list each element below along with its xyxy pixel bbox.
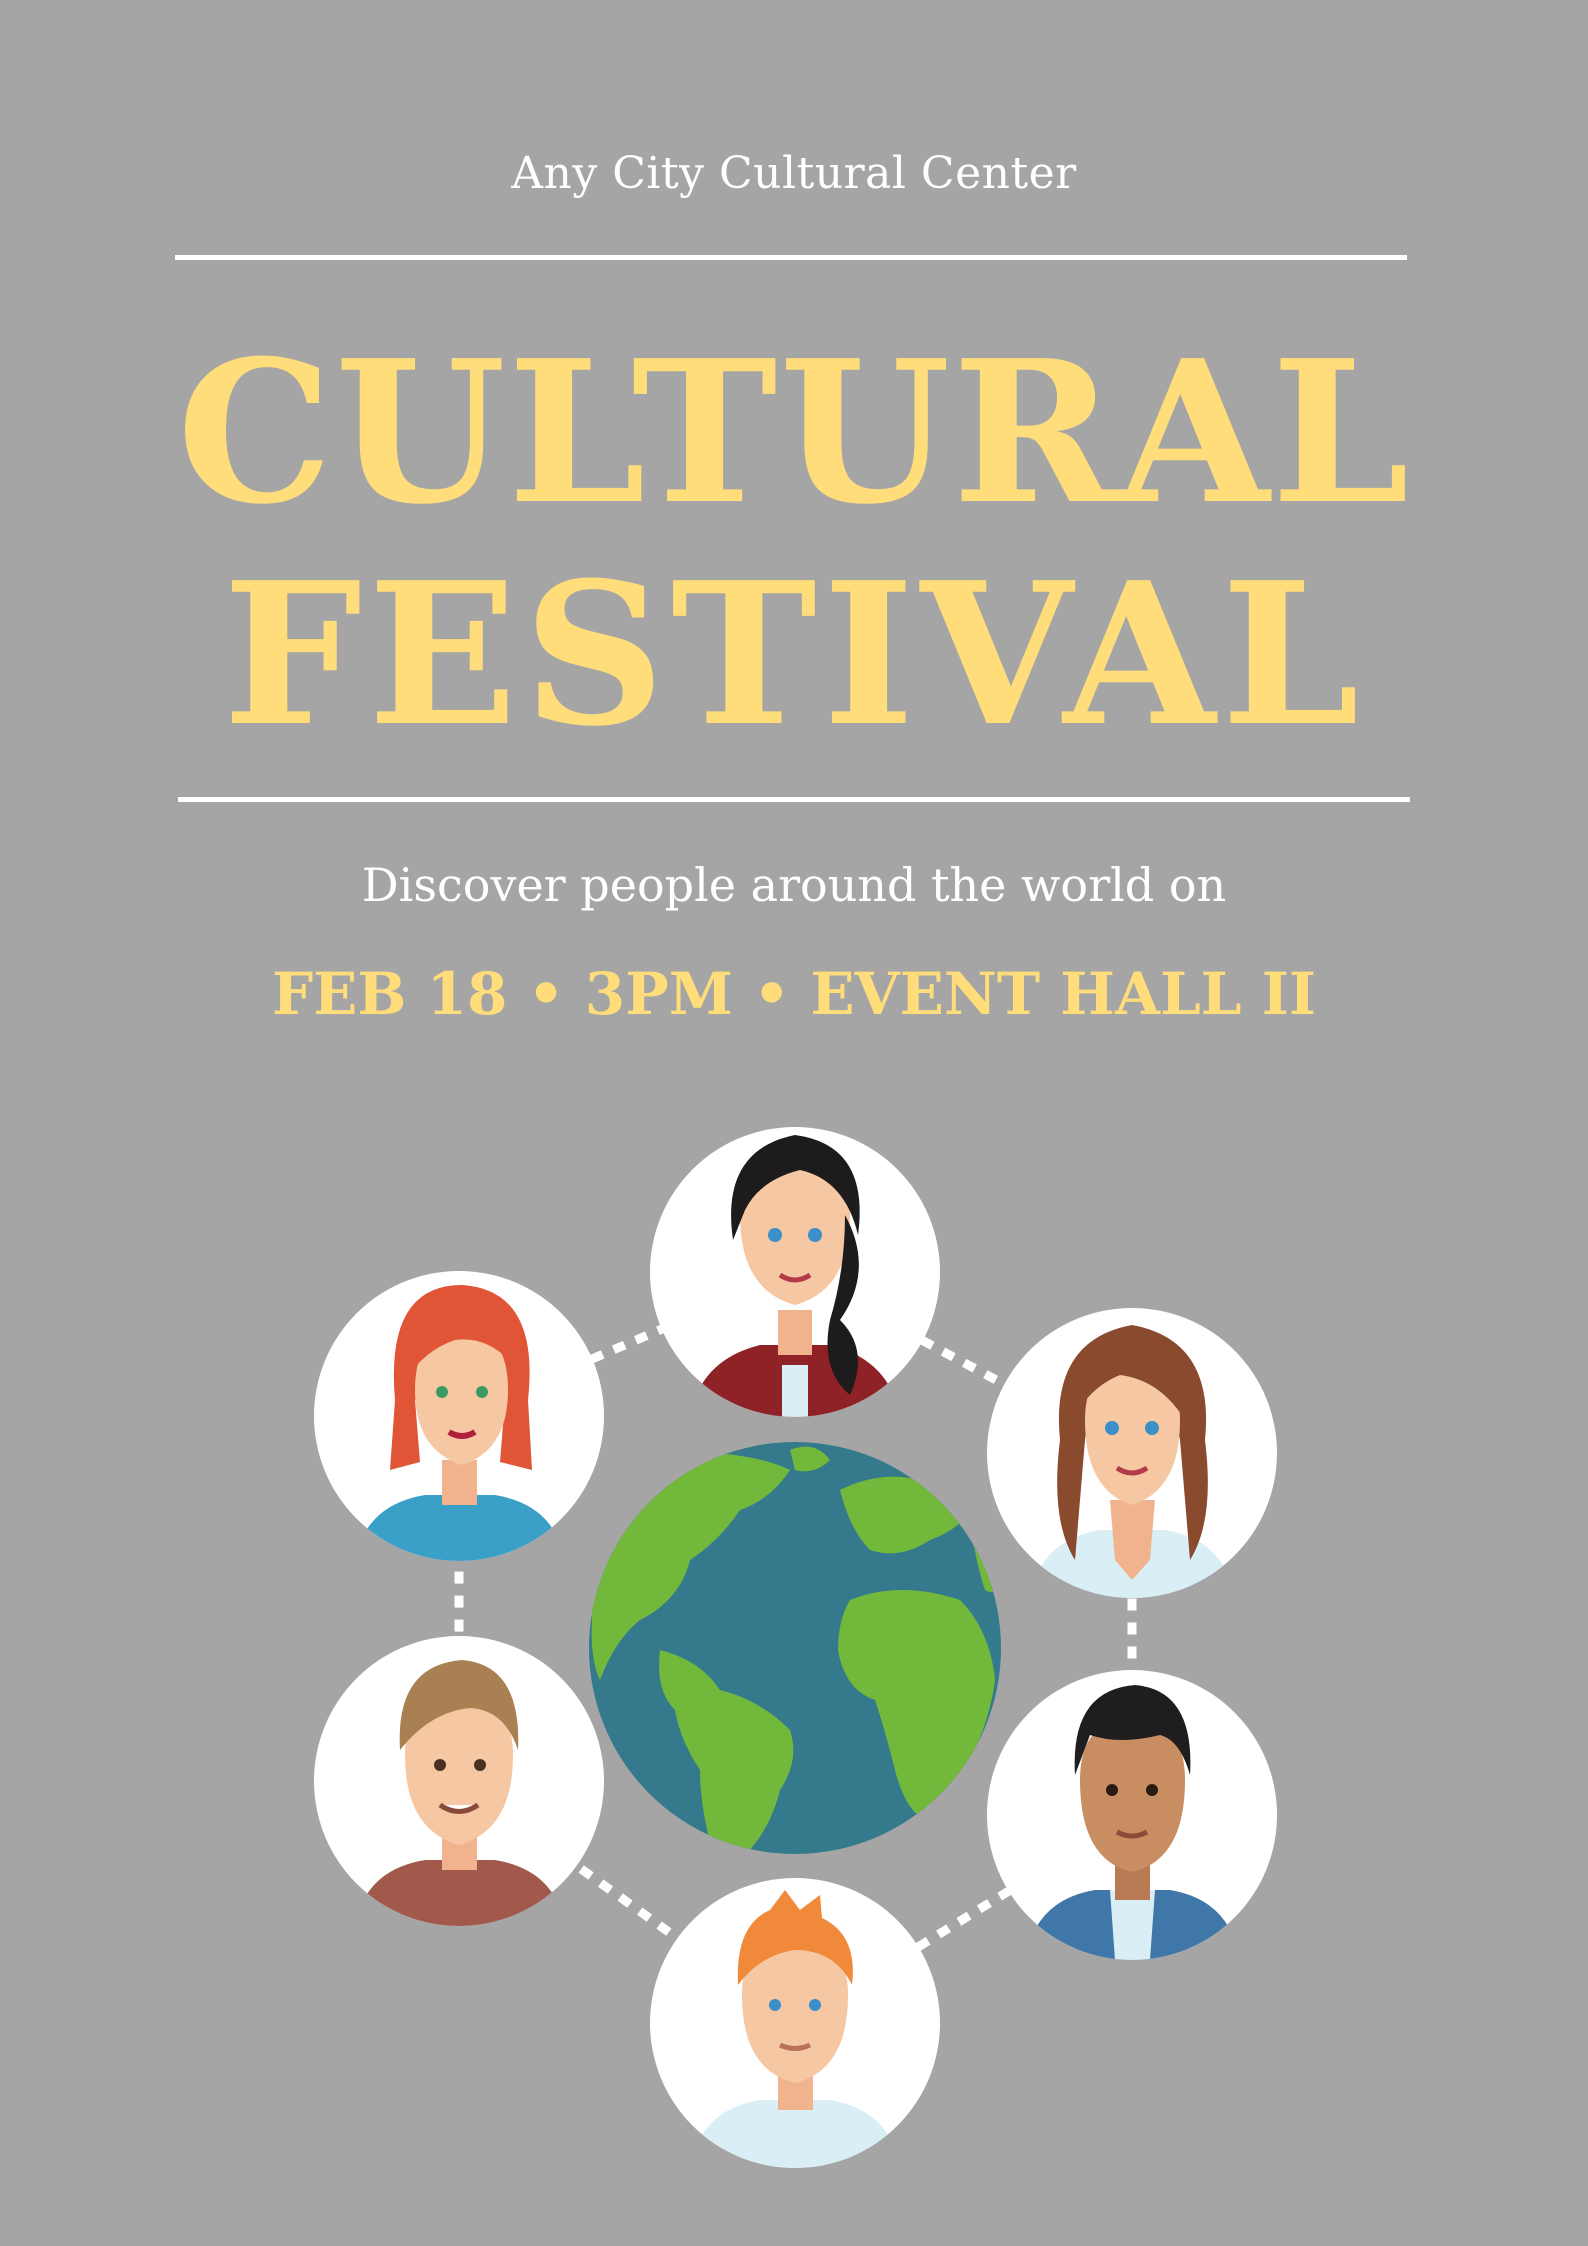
people-around-globe-illustration [314, 1127, 1277, 2168]
top-divider [175, 255, 1407, 260]
avatar-woman-dark-hair [650, 1127, 940, 1417]
avatar-woman-brown-hair [987, 1308, 1277, 1598]
title-line-2: FESTIVAL [222, 540, 1366, 770]
festival-poster: Any City Cultural Center CULTURAL FESTIV… [0, 0, 1588, 2246]
avatar-man-light-brown-hair [314, 1636, 604, 1926]
event-details: FEB 18 • 3PM • EVENT HALL II [272, 960, 1316, 1028]
avatar-man-orange-hair [650, 1878, 940, 2168]
title-line-1: CULTURAL [176, 318, 1412, 548]
subtitle: Discover people around the world on [361, 858, 1227, 912]
avatar-man-dark-hair [987, 1670, 1277, 1960]
globe-icon [589, 1442, 1001, 1854]
organizer-name: Any City Cultural Center [511, 148, 1077, 199]
bottom-divider [178, 797, 1410, 802]
avatar-woman-red-hair [314, 1271, 604, 1561]
